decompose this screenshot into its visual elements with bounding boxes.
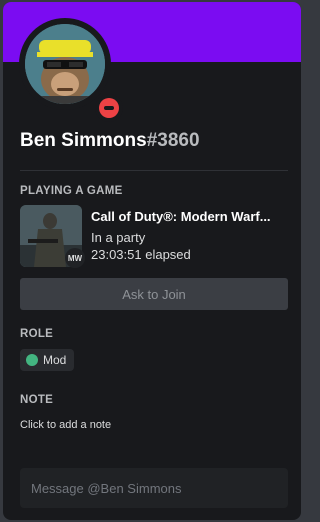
user-profile-popout: Ben Simmons#3860 PLAYING A GAME MW Call … — [3, 2, 301, 520]
role-name: Mod — [43, 353, 67, 367]
role-color-dot — [26, 354, 38, 366]
game-small-icon: MW — [65, 248, 85, 268]
game-state: In a party — [91, 230, 146, 245]
role-heading: ROLE — [20, 328, 54, 340]
ask-to-join-label: Ask to Join — [122, 286, 186, 302]
avatar[interactable] — [25, 24, 105, 104]
status-indicator — [95, 94, 123, 122]
add-note-field[interactable]: Click to add a note — [20, 419, 111, 431]
role-pill-mod[interactable]: Mod — [20, 349, 75, 371]
avatar-frame — [19, 18, 123, 122]
username-text: Ben Simmons — [20, 130, 147, 151]
discriminator-text: #3860 — [146, 130, 200, 151]
message-input[interactable] — [20, 468, 288, 508]
game-elapsed: 23:03:51 elapsed — [91, 247, 191, 262]
ape-avatar-icon — [25, 24, 105, 104]
note-heading: NOTE — [20, 394, 54, 406]
mw-logo-text: MW — [67, 253, 83, 263]
profile-username[interactable]: Ben Simmons#3860 — [20, 130, 200, 152]
do-not-disturb-icon — [99, 98, 119, 118]
game-title: Call of Duty®: Modern Warf... — [91, 209, 271, 224]
ask-to-join-button[interactable]: Ask to Join — [20, 278, 288, 310]
activity-heading: PLAYING A GAME — [20, 185, 123, 197]
header-divider — [20, 170, 288, 171]
